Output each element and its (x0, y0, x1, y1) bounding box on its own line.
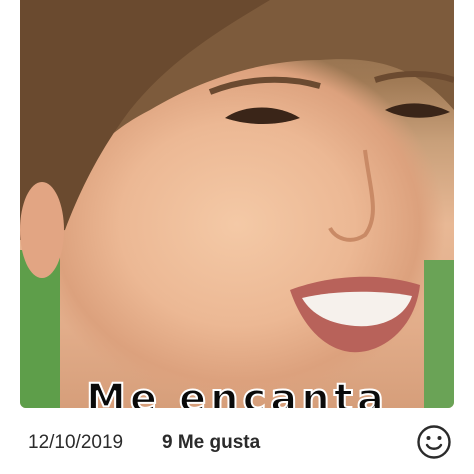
likes-count[interactable]: 9 Me gusta (162, 432, 260, 454)
face-illustration (20, 0, 454, 353)
smiley-face-icon[interactable] (416, 424, 452, 460)
caption-overlay-text: Me encanta (85, 375, 388, 408)
post-photo[interactable]: Me encanta (20, 0, 454, 408)
post-card: Me encanta 12/10/2019 9 Me gusta (0, 0, 474, 474)
post-footer: 12/10/2019 9 Me gusta (0, 422, 474, 466)
post-date: 12/10/2019 (28, 432, 124, 453)
